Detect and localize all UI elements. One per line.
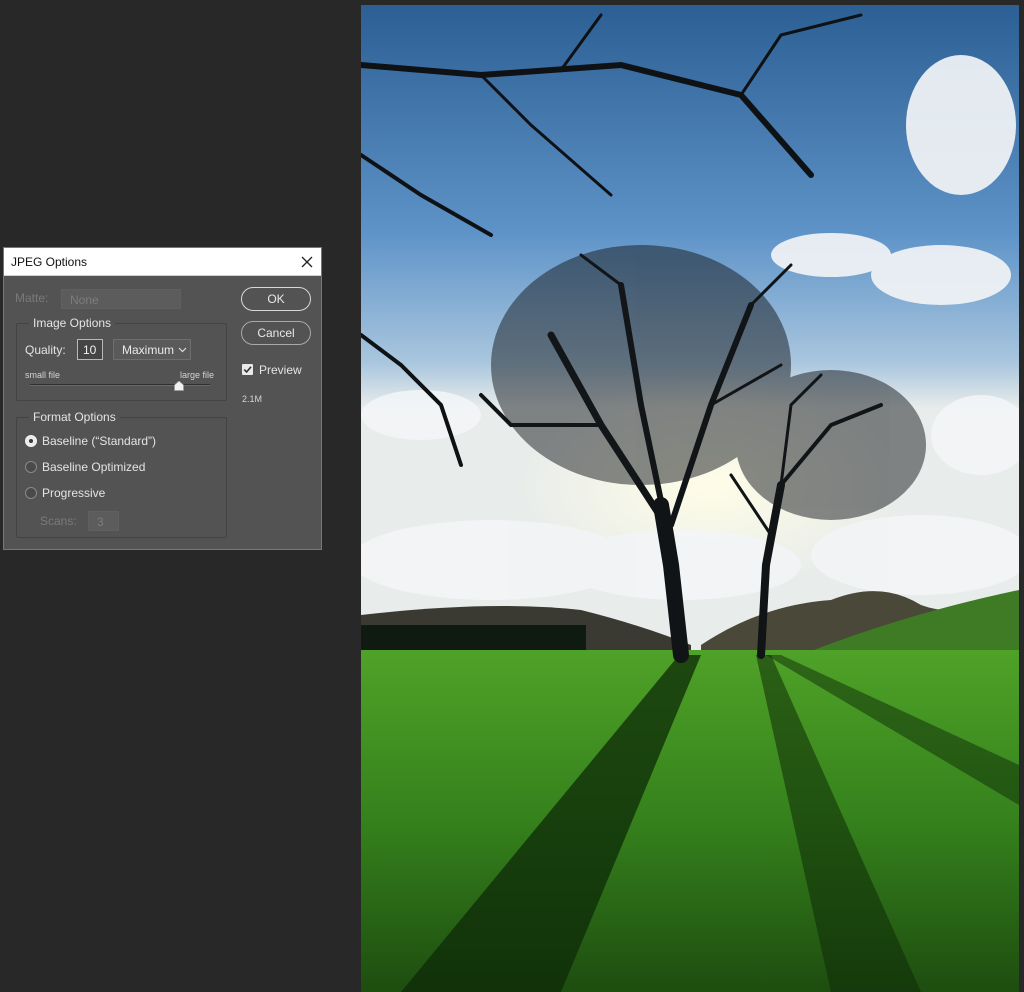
matte-value: None: [70, 293, 99, 307]
quality-value: 10: [83, 343, 97, 357]
scans-select: 3: [88, 511, 119, 531]
cancel-button[interactable]: Cancel: [241, 321, 311, 345]
slider-min-label: small file: [25, 370, 61, 380]
matte-select: None: [61, 289, 181, 309]
scans-label: Scans:: [40, 514, 77, 528]
quality-input[interactable]: 10: [77, 339, 103, 360]
quality-preset-value: Maximum: [122, 343, 175, 357]
dialog-titlebar[interactable]: JPEG Options: [4, 248, 321, 276]
matte-label: Matte:: [15, 291, 49, 305]
file-size-readout: 2.1M: [242, 394, 263, 404]
radio-baseline-optimized-label[interactable]: Baseline Optimized: [42, 460, 145, 474]
close-icon[interactable]: [296, 251, 318, 273]
quality-label: Quality:: [25, 343, 66, 357]
chevron-down-icon: [178, 347, 187, 353]
image-options-legend: Image Options: [29, 316, 116, 330]
slider-max-label: large file: [180, 370, 215, 380]
radio-baseline-standard[interactable]: [25, 435, 37, 447]
quality-preset-select[interactable]: Maximum: [113, 339, 191, 360]
slider-thumb-icon[interactable]: [174, 381, 185, 391]
format-options-legend: Format Options: [29, 410, 120, 424]
jpeg-options-dialog: JPEG Options Matte: None Image Options Q…: [3, 247, 322, 550]
image-options-group: [16, 323, 227, 401]
preview-checkbox[interactable]: [242, 364, 253, 375]
preview-label[interactable]: Preview: [259, 363, 302, 377]
radio-progressive[interactable]: [25, 487, 37, 499]
radio-progressive-label[interactable]: Progressive: [42, 486, 105, 500]
scans-value: 3: [97, 515, 104, 529]
radio-baseline-optimized[interactable]: [25, 461, 37, 473]
checkmark-icon: [243, 366, 252, 374]
dialog-title: JPEG Options: [11, 255, 88, 269]
canvas-photo: [361, 5, 1019, 992]
radio-baseline-standard-label[interactable]: Baseline (“Standard”): [42, 434, 156, 448]
ok-button[interactable]: OK: [241, 287, 311, 311]
